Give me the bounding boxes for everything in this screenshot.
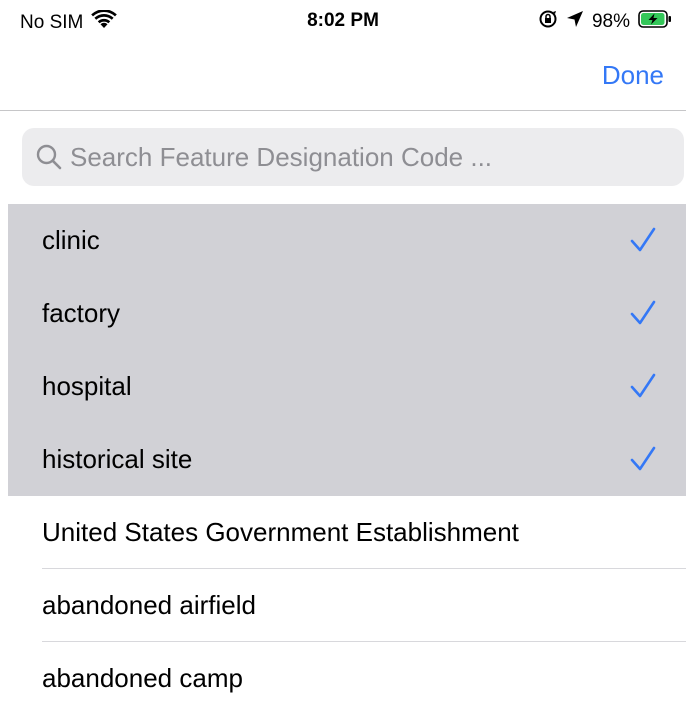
list-item[interactable]: United States Government Establishment [0, 496, 686, 569]
list-item-label: clinic [42, 225, 100, 255]
list-item-label: abandoned airfield [42, 590, 256, 620]
list-item-selected[interactable]: clinic [8, 204, 686, 277]
list-item-label: abandoned camp [42, 663, 243, 693]
battery-icon [638, 9, 672, 35]
checkmark-icon [630, 445, 656, 473]
list-item[interactable]: abandoned camp [0, 642, 686, 715]
feature-code-list: clinic factory hospital historical site … [0, 204, 686, 715]
list-item[interactable]: abandoned airfield [0, 569, 686, 642]
nav-bar: Done [0, 44, 686, 111]
checkmark-icon [630, 372, 656, 400]
list-item-selected[interactable]: hospital [8, 350, 686, 423]
status-bar: No SIM 8:02 PM 98% [0, 0, 686, 44]
status-right: 98% [538, 9, 672, 35]
list-item-label: hospital [42, 371, 132, 401]
list-item-label: historical site [42, 444, 193, 474]
checkmark-icon [630, 299, 656, 327]
search-bar[interactable] [22, 128, 684, 186]
list-item-selected[interactable]: historical site [8, 423, 686, 496]
checkmark-icon [630, 226, 656, 254]
list-item-selected[interactable]: factory [8, 277, 686, 350]
battery-percent: 98% [591, 11, 630, 32]
done-button[interactable]: Done [602, 60, 664, 91]
orientation-lock-icon [538, 9, 558, 35]
location-arrow-icon [566, 10, 584, 34]
list-item-label: United States Government Establishment [42, 517, 519, 547]
search-icon [34, 142, 64, 172]
search-input[interactable] [70, 141, 670, 173]
list-item-label: factory [42, 298, 121, 328]
